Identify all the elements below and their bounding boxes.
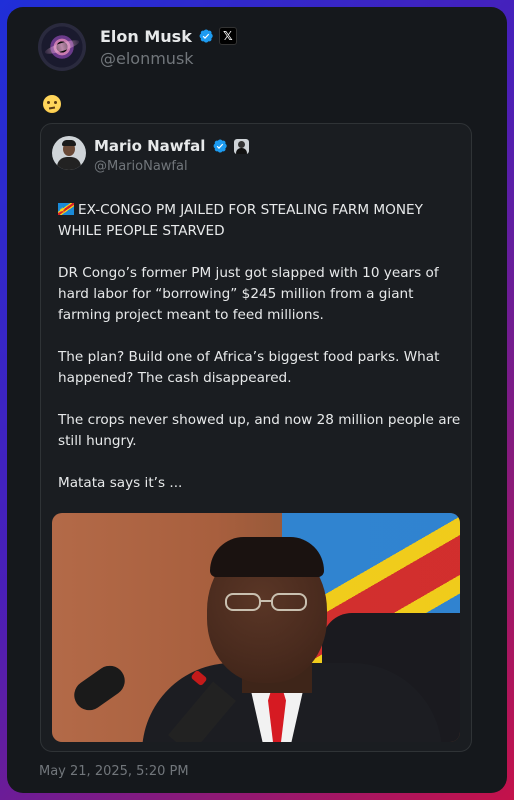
author-name-row: Elon Musk 𝕏	[100, 25, 237, 47]
headline-text: EX-CONGO PM JAILED FOR STEALING FARM MON…	[58, 202, 423, 239]
quoted-paragraph: The plan? Build one of Africa’s biggest …	[58, 349, 440, 386]
verified-icon	[214, 139, 228, 153]
author-info: Elon Musk 𝕏 @elonmusk	[100, 25, 237, 68]
verified-icon	[199, 29, 213, 43]
quoted-media-image[interactable]	[52, 513, 460, 742]
microphone-shape	[68, 659, 131, 717]
quoted-text: EX-CONGO PM JAILED FOR STEALING FARM MON…	[58, 200, 462, 515]
glasses-shape	[225, 593, 307, 611]
post-card: Elon Musk 𝕏 @elonmusk Mario Nawfal @Mari…	[7, 7, 507, 793]
x-logo-icon: 𝕏	[218, 27, 237, 45]
hair-shape	[210, 537, 324, 577]
avatar[interactable]	[38, 23, 86, 71]
post-timestamp[interactable]: May 21, 2025, 5:20 PM	[39, 764, 189, 779]
quoted-paragraph: Matata says it’s ...	[58, 475, 183, 491]
profile-badge-icon	[234, 138, 250, 154]
dr-congo-flag-icon	[58, 200, 74, 221]
author-name[interactable]: Elon Musk	[100, 27, 192, 46]
quoted-author-name[interactable]: Mario Nawfal	[94, 137, 205, 155]
quoted-headline: EX-CONGO PM JAILED FOR STEALING FARM MON…	[58, 200, 462, 242]
quoted-author[interactable]: Mario Nawfal @MarioNawfal	[52, 136, 250, 174]
face-with-raised-eyebrow-icon	[43, 95, 61, 113]
quoted-name-row: Mario Nawfal	[94, 136, 250, 156]
quoted-author-handle[interactable]: @MarioNawfal	[94, 159, 249, 174]
post-author[interactable]: Elon Musk 𝕏 @elonmusk	[38, 23, 237, 71]
quoted-post[interactable]: Mario Nawfal @MarioNawfal EX-CONGO PM JA…	[40, 123, 472, 752]
author-handle[interactable]: @elonmusk	[100, 49, 237, 68]
quoted-paragraph: DR Congo’s former PM just got slapped wi…	[58, 265, 439, 323]
quoted-author-info: Mario Nawfal @MarioNawfal	[94, 136, 250, 174]
quoted-avatar[interactable]	[52, 136, 86, 170]
post-text	[43, 95, 61, 119]
quoted-paragraph: The crops never showed up, and now 28 mi…	[58, 412, 461, 449]
